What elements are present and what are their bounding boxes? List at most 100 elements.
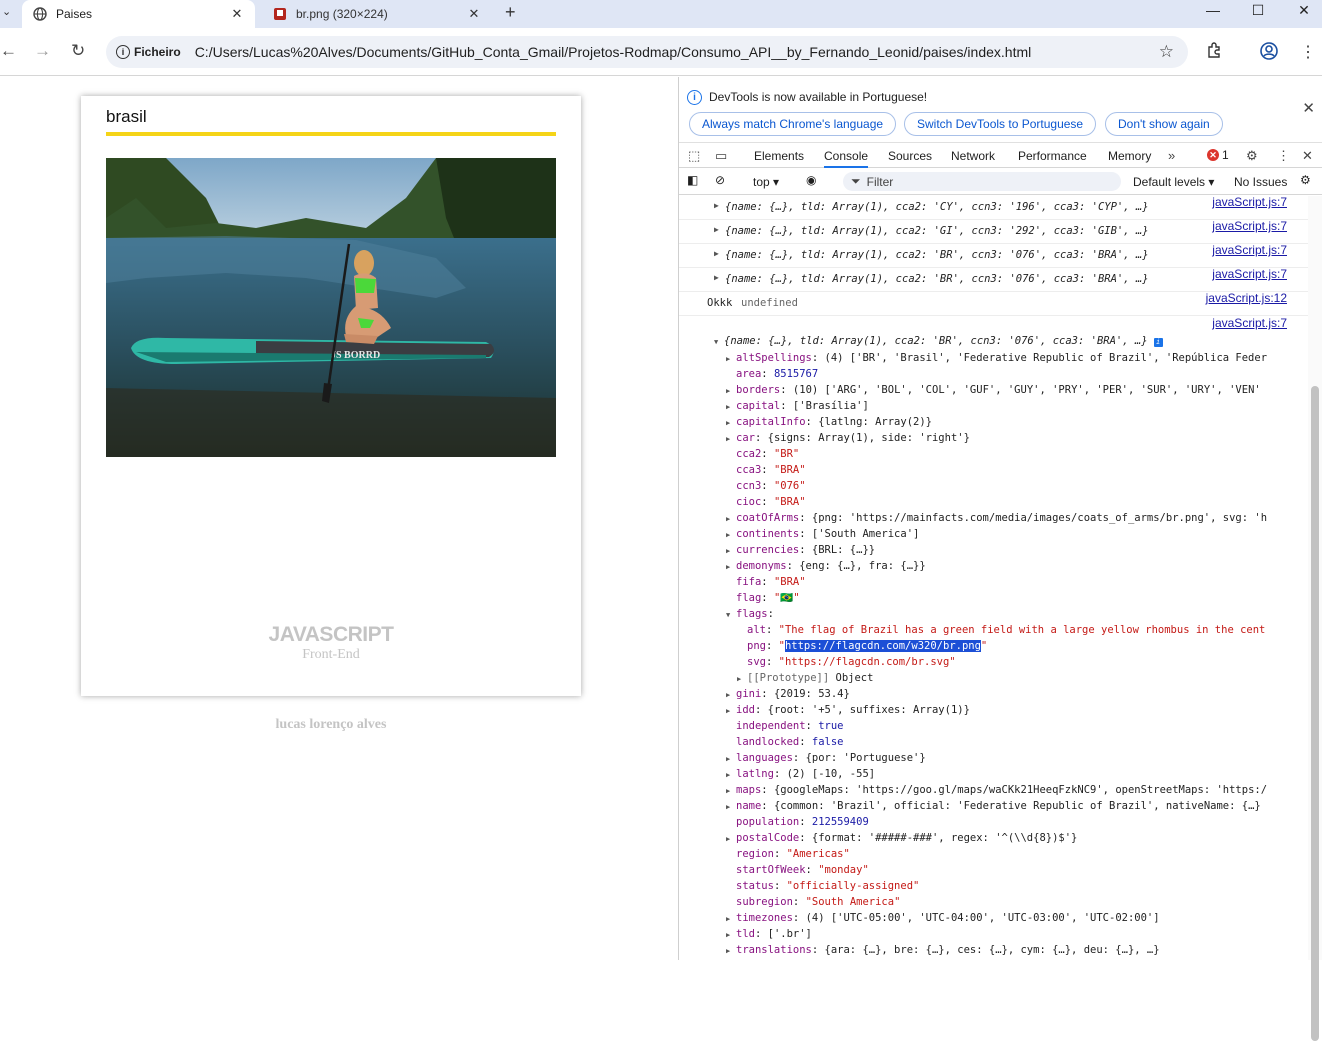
log-source-link[interactable]: javaScript.js:7 [1212,316,1287,330]
issues-counter[interactable]: No Issues [1234,175,1287,189]
tab-elements[interactable]: Elements [754,149,804,163]
console-settings-gear-icon[interactable]: ⚙ [1300,173,1311,187]
url-text[interactable]: C:/Users/Lucas%20Alves/Documents/GitHub_… [195,44,1032,60]
object-property[interactable]: ▶ borders: (10) ['ARG', 'BOL', 'COL', 'GU… [726,382,1261,398]
expand-triangle-icon[interactable]: ▶ [726,415,736,431]
object-property[interactable]: ▶ demonyms: {eng: {…}, fra: {…}} [726,558,926,574]
expand-triangle-icon[interactable]: ▶ [726,431,736,447]
expand-triangle-icon[interactable]: ▶ [714,273,719,282]
expand-triangle-icon[interactable]: ▶ [726,767,736,783]
dont-show-again-button[interactable]: Don't show again [1105,112,1223,136]
object-property[interactable]: ▶ timezones: (4) ['UTC-05:00', 'UTC-04:00… [726,910,1160,926]
extensions-puzzle-icon[interactable] [1207,42,1223,63]
expand-triangle-icon[interactable]: ▶ [726,831,736,847]
object-property[interactable]: ▶ translations: {ara: {…}, bre: {…}, ces:… [726,942,1160,958]
expand-triangle-icon[interactable]: ▶ [726,911,736,927]
expand-triangle-icon[interactable]: ▶ [714,201,719,210]
console-log-row[interactable]: ▶ {name: {…}, tld: Array(1), cca2: 'BR', … [679,243,1309,268]
site-info-icon[interactable]: i [116,45,130,59]
error-count-badge[interactable]: ✕ 1 [1207,148,1229,162]
object-property[interactable]: ▶ name: {common: 'Brazil', official: 'Fed… [726,798,1261,814]
settings-gear-icon[interactable]: ⚙ [1246,148,1258,164]
object-property[interactable]: ▶ capitalInfo: {latlng: Array(2)} [726,414,932,430]
expand-triangle-icon[interactable]: ▶ [726,511,736,527]
object-property[interactable]: ▶ latlng: (2) [-10, -55] [726,766,875,782]
expand-triangle-icon[interactable]: ▶ [726,399,736,415]
object-property[interactable]: ▶ altSpellings: (4) ['BR', 'Brasil', 'Fed… [726,350,1267,366]
log-object-preview[interactable]: {name: {…}, tld: Array(1), cca2: 'CY', c… [725,201,1149,213]
object-property[interactable]: ▶ postalCode: {format: '#####-###', regex… [726,830,1077,846]
tab-memory[interactable]: Memory [1108,149,1151,163]
expand-triangle-icon[interactable]: ▶ [737,671,747,687]
object-property[interactable]: ▶ tld: ['.br'] [726,926,812,942]
back-arrow-icon[interactable]: ← [0,41,17,61]
scrollbar-thumb[interactable] [1311,386,1319,1041]
close-devtools-icon[interactable]: ✕ [1302,148,1313,164]
expand-triangle-icon[interactable]: ▶ [726,943,736,959]
object-property[interactable]: ▼ flags: [726,606,774,622]
reload-icon[interactable]: ↻ [71,41,85,61]
match-language-button[interactable]: Always match Chrome's language [689,112,897,136]
more-tabs-chevron-icon[interactable]: » [1168,148,1175,163]
address-bar[interactable]: i Ficheiro C:/Users/Lucas%20Alves/Docume… [106,36,1188,68]
log-source-link[interactable]: javaScript.js:7 [1212,196,1287,209]
close-window-icon[interactable]: ✕ [1294,2,1314,19]
object-property[interactable]: ▶ languages: {por: 'Portuguese'} [726,750,926,766]
object-property[interactable]: ▶ continents: ['South America'] [726,526,919,542]
log-source-link[interactable]: javaScript.js:7 [1212,267,1287,281]
log-object-preview[interactable]: {name: {…}, tld: Array(1), cca2: 'BR', c… [725,249,1149,261]
console-scrollbar[interactable] [1308,196,1322,1041]
close-tab-icon[interactable]: ✕ [229,6,245,22]
live-expression-eye-icon[interactable]: ◉ [806,173,816,187]
collapse-triangle-icon[interactable]: ▼ [714,334,724,350]
tab-sources[interactable]: Sources [888,149,932,163]
expand-triangle-icon[interactable]: ▶ [726,527,736,543]
minimize-icon[interactable]: — [1203,2,1223,18]
expand-triangle-icon[interactable]: ▶ [714,249,719,258]
expand-triangle-icon[interactable]: ▶ [726,927,736,943]
expanded-object-header[interactable]: ▼ {name: {…}, tld: Array(1), cca2: 'BR', … [714,333,1163,349]
maximize-icon[interactable]: ☐ [1248,2,1268,19]
forward-arrow-icon[interactable]: → [34,41,51,61]
expand-triangle-icon[interactable]: ▶ [726,799,736,815]
devtools-menu-kebab-icon[interactable]: ⋮ [1277,148,1290,164]
tab-network[interactable]: Network [951,149,995,163]
close-infobar-icon[interactable]: ✕ [1302,99,1315,117]
log-levels-select[interactable]: Default levels ▾ [1133,175,1214,189]
tab-br-png[interactable]: br.png (320×224) ✕ [262,0,492,28]
expand-triangle-icon[interactable]: ▶ [726,783,736,799]
expand-triangle-icon[interactable]: ▶ [726,543,736,559]
sidebar-toggle-icon[interactable]: ◧ [687,173,698,187]
object-property[interactable]: ▶ capital: ['Brasília'] [726,398,869,414]
log-object-preview[interactable]: {name: {…}, tld: Array(1), cca2: 'BR', c… [725,273,1149,285]
new-tab-plus-icon[interactable]: + [505,2,516,23]
object-property[interactable]: ▶ gini: {2019: 53.4} [726,686,850,702]
log-source-link[interactable]: javaScript.js:7 [1212,219,1287,233]
tab-paises[interactable]: Paises ✕ [22,0,255,28]
expand-triangle-icon[interactable]: ▶ [726,559,736,575]
console-log-row[interactable]: ▶ {name: {…}, tld: Array(1), cca2: 'GI', … [679,219,1309,244]
collapse-triangle-icon[interactable]: ▼ [726,607,736,623]
profile-avatar-icon[interactable] [1260,42,1278,65]
log-source-link[interactable]: javaScript.js:12 [1206,291,1287,305]
close-tab-icon[interactable]: ✕ [466,6,482,22]
context-select[interactable]: top ▾ [753,175,779,189]
tab-search-chevron-icon[interactable]: ⌄ [2,5,11,18]
expand-triangle-icon[interactable]: ▶ [726,751,736,767]
expand-triangle-icon[interactable]: ▶ [726,703,736,719]
object-property[interactable]: ▶ maps: {googleMaps: 'https://goo.gl/maps… [726,782,1267,798]
expand-triangle-icon[interactable]: ▶ [726,383,736,399]
selected-url-text[interactable]: https://flagcdn.com/w320/br.png [784,640,981,652]
object-property[interactable]: ▶ car: {signs: Array(1), side: 'right'} [726,430,970,446]
bookmark-star-icon[interactable]: ☆ [1159,42,1174,62]
tab-performance[interactable]: Performance [1018,149,1087,163]
object-property[interactable]: ▶ idd: {root: '+5', suffixes: Array(1)} [726,702,970,718]
country-search-input[interactable] [106,104,556,130]
log-source-link[interactable]: javaScript.js:7 [1212,243,1287,257]
inspect-element-icon[interactable]: ⬚ [688,148,700,164]
switch-language-button[interactable]: Switch DevTools to Portuguese [904,112,1097,136]
console-filter-input[interactable]: ⏷ Filter [843,172,1121,191]
device-toolbar-icon[interactable]: ▭ [715,148,727,164]
object-property[interactable]: ▶ currencies: {BRL: {…}} [726,542,875,558]
object-property[interactable]: ▶ coatOfArms: {png: 'https://mainfacts.co… [726,510,1267,526]
